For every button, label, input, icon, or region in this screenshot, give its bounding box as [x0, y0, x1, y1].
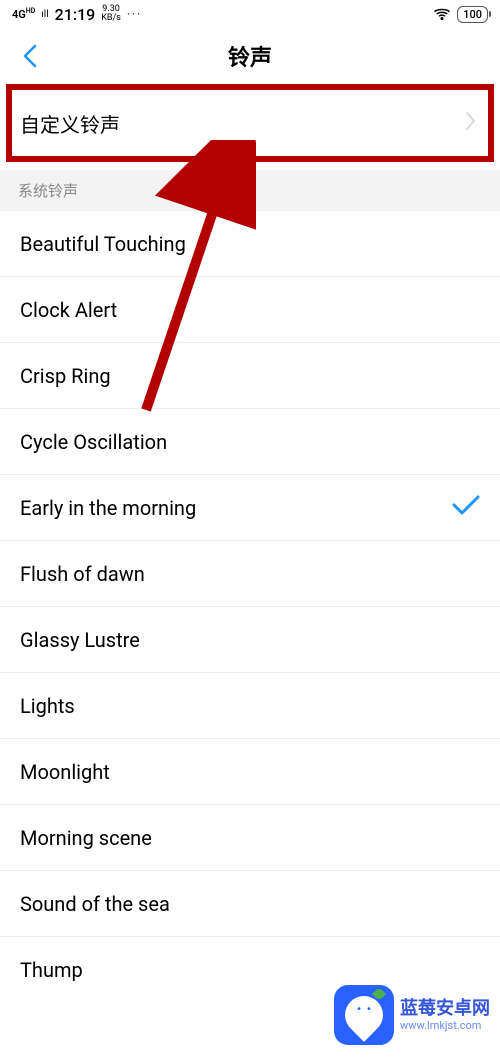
ringtone-label: Clock Alert — [20, 298, 117, 322]
page-header: 铃声 — [0, 28, 500, 84]
section-header-system: 系统铃声 — [0, 170, 500, 211]
ringtone-item[interactable]: Beautiful Touching — [0, 211, 500, 277]
status-bar: 4GHD ıll 21:19 9.30KB/s ··· 100 — [0, 0, 500, 28]
ringtone-label: Cycle Oscillation — [20, 430, 167, 454]
page-title: 铃声 — [228, 40, 272, 72]
network-indicator: 4GHD — [12, 9, 35, 20]
watermark-text: 蓝莓安卓网 www.lmkjst.com — [400, 998, 490, 1033]
custom-ringtone-item[interactable]: 自定义铃声 — [6, 84, 494, 162]
ringtone-item[interactable]: Cycle Oscillation — [0, 409, 500, 475]
chevron-right-icon — [466, 112, 476, 134]
status-right: 100 — [433, 5, 488, 23]
back-button[interactable] — [18, 44, 42, 68]
ringtone-item[interactable]: Flush of dawn — [0, 541, 500, 607]
ringtone-item[interactable]: Crisp Ring — [0, 343, 500, 409]
ringtone-item[interactable]: Glassy Lustre — [0, 607, 500, 673]
watermark: 蓝莓安卓网 www.lmkjst.com — [334, 985, 490, 1045]
ringtone-label: Thump — [20, 958, 83, 982]
ringtone-label: Moonlight — [20, 760, 110, 784]
clock-time: 21:19 — [55, 5, 96, 24]
ringtone-label: Flush of dawn — [20, 562, 145, 586]
watermark-logo — [334, 985, 394, 1045]
watermark-url: www.lmkjst.com — [400, 1019, 490, 1032]
ringtone-item[interactable]: Early in the morning — [0, 475, 500, 541]
ringtone-label: Crisp Ring — [20, 364, 111, 388]
more-icon: ··· — [127, 7, 142, 21]
ringtone-item[interactable]: Moonlight — [0, 739, 500, 805]
battery-indicator: 100 — [457, 6, 488, 23]
ringtone-item[interactable]: Sound of the sea — [0, 871, 500, 937]
ringtone-list: Beautiful Touching Clock Alert Crisp Rin… — [0, 211, 500, 1003]
ringtone-item[interactable]: Clock Alert — [0, 277, 500, 343]
network-speed: 9.30KB/s — [101, 5, 121, 23]
ringtone-label: Sound of the sea — [20, 892, 170, 916]
ringtone-label: Lights — [20, 694, 75, 718]
wifi-icon — [433, 5, 451, 23]
ringtone-label: Morning scene — [20, 826, 152, 850]
ringtone-label: Beautiful Touching — [20, 232, 186, 256]
ringtone-item[interactable]: Morning scene — [0, 805, 500, 871]
watermark-title: 蓝莓安卓网 — [400, 998, 490, 1020]
check-icon — [452, 495, 480, 520]
custom-ringtone-label: 自定义铃声 — [20, 109, 120, 138]
ringtone-label: Early in the morning — [20, 496, 196, 520]
status-left: 4GHD ıll 21:19 9.30KB/s ··· — [12, 5, 142, 24]
ringtone-item[interactable]: Lights — [0, 673, 500, 739]
ringtone-label: Glassy Lustre — [20, 628, 140, 652]
signal-icon: ıll — [41, 9, 48, 20]
